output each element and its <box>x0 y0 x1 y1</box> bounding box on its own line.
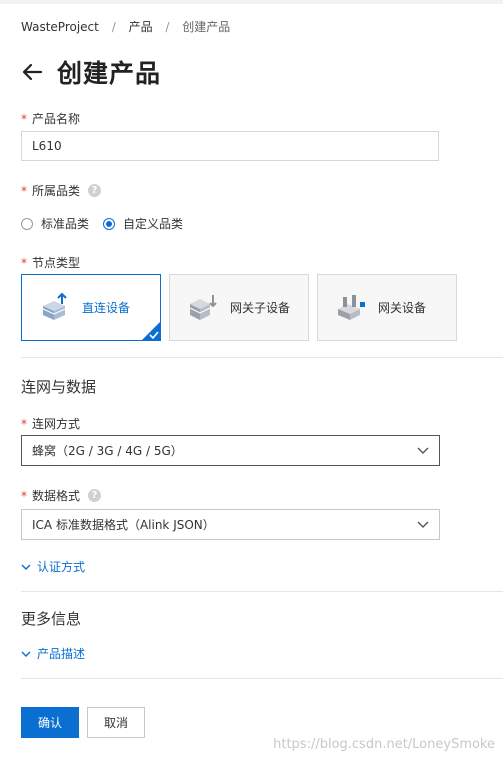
node-card-direct[interactable]: 直连设备 <box>21 274 161 341</box>
radio-circle-selected <box>103 217 116 230</box>
node-card-gateway-subdevice[interactable]: 网关子设备 <box>169 274 309 341</box>
back-arrow-icon[interactable] <box>21 61 43 83</box>
divider <box>21 357 503 358</box>
chevron-down-icon <box>417 521 429 528</box>
required-mark: * <box>21 111 27 126</box>
section-title-network: 连网与数据 <box>21 378 97 396</box>
radio-custom-category[interactable]: 自定义品类 <box>103 215 183 232</box>
gateway-subdevice-icon <box>189 294 217 320</box>
network-method-value: 蜂窝（2G / 3G / 4G / 5G） <box>32 444 183 458</box>
breadcrumb: WasteProject / 产品 / 创建产品 <box>21 18 230 35</box>
chevron-down-icon <box>417 447 429 454</box>
radio-circle <box>21 217 33 230</box>
category-label: * 所属品类 ? <box>21 182 102 199</box>
breadcrumb-current: 创建产品 <box>182 20 231 34</box>
page-title: 创建产品 <box>57 59 162 88</box>
category-label-text: 所属品类 <box>32 184 81 198</box>
required-mark: * <box>21 255 27 270</box>
divider <box>21 591 503 592</box>
section-title-more: 更多信息 <box>21 610 82 628</box>
product-desc-label: 产品描述 <box>37 647 86 661</box>
divider <box>21 678 503 679</box>
required-mark: * <box>21 183 27 198</box>
direct-device-icon <box>42 292 67 320</box>
help-icon[interactable]: ? <box>88 184 102 197</box>
title-row: 创建产品 <box>21 54 161 90</box>
breadcrumb-separator: / <box>111 20 116 34</box>
chevron-down-icon <box>21 564 31 570</box>
data-format-label-text: 数据格式 <box>32 489 81 503</box>
data-format-value: ICA 标准数据格式（Alink JSON） <box>32 518 215 532</box>
data-format-label: * 数据格式 ? <box>21 487 102 504</box>
node-card-direct-label: 直连设备 <box>82 301 131 315</box>
network-method-label-text: 连网方式 <box>32 417 81 431</box>
checkmark-corner-icon <box>141 321 161 341</box>
help-icon[interactable]: ? <box>88 489 102 502</box>
cancel-button[interactable]: 取消 <box>87 707 145 738</box>
radio-standard-label: 标准品类 <box>41 217 90 231</box>
auth-method-toggle[interactable]: 认证方式 <box>21 558 85 575</box>
network-method-select[interactable]: 蜂窝（2G / 3G / 4G / 5G） <box>21 435 440 466</box>
radio-custom-label: 自定义品类 <box>123 217 184 231</box>
category-radio-group: 标准品类 自定义品类 <box>21 215 197 232</box>
chevron-down-icon <box>21 651 31 657</box>
confirm-button[interactable]: 确认 <box>21 707 79 738</box>
product-name-value: L610 <box>32 139 62 153</box>
watermark: https://blog.csdn.net/LoneySmoke <box>273 737 495 752</box>
radio-standard-category[interactable]: 标准品类 <box>21 215 89 232</box>
required-mark: * <box>21 416 27 431</box>
gateway-device-icon <box>338 294 365 320</box>
data-format-select[interactable]: ICA 标准数据格式（Alink JSON） <box>21 509 440 540</box>
auth-method-label: 认证方式 <box>37 560 86 574</box>
breadcrumb-separator: / <box>165 20 170 34</box>
breadcrumb-project[interactable]: WasteProject <box>21 20 99 34</box>
product-name-label-text: 产品名称 <box>32 112 81 126</box>
product-name-input[interactable]: L610 <box>21 131 439 161</box>
product-name-label: * 产品名称 <box>21 110 80 127</box>
product-desc-toggle[interactable]: 产品描述 <box>21 645 85 662</box>
network-method-label: * 连网方式 <box>21 415 80 432</box>
required-mark: * <box>21 488 27 503</box>
node-card-gateway-subdevice-label: 网关子设备 <box>230 301 291 315</box>
node-type-label: * 节点类型 <box>21 254 80 271</box>
node-card-gateway-label: 网关设备 <box>378 301 427 315</box>
node-card-gateway[interactable]: 网关设备 <box>317 274 457 341</box>
top-bar <box>0 0 503 4</box>
breadcrumb-products[interactable]: 产品 <box>129 20 153 34</box>
node-type-label-text: 节点类型 <box>32 256 81 270</box>
